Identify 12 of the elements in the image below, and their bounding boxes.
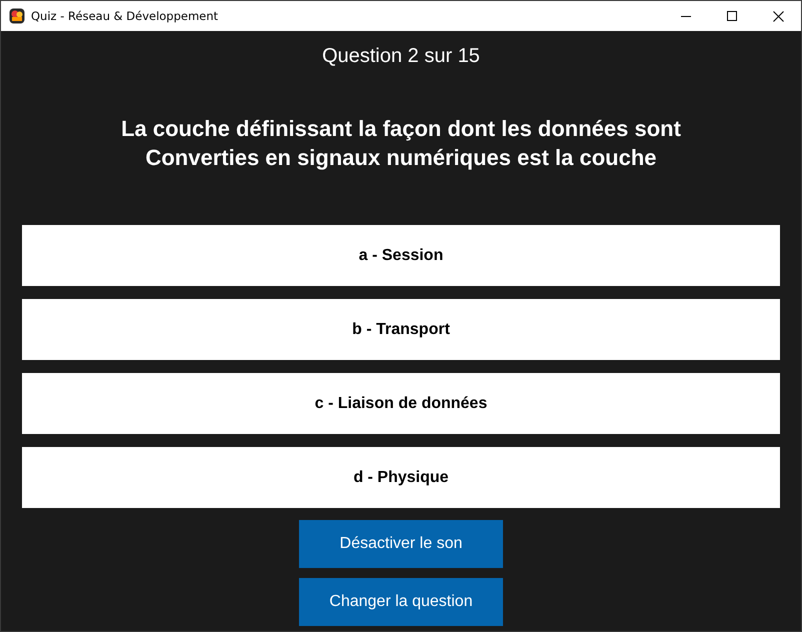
answer-button[interactable]: d - Physique — [22, 447, 780, 508]
app-icon — [9, 8, 25, 24]
maximize-icon — [727, 11, 737, 21]
answer-button[interactable]: c - Liaison de données — [22, 373, 780, 434]
action-button[interactable]: Changer la question — [299, 578, 503, 626]
question-counter: Question 2 sur 15 — [322, 44, 480, 68]
window-title: Quiz - Réseau & Développement — [31, 9, 218, 23]
answer-button[interactable]: a - Session — [22, 225, 780, 286]
answer-button[interactable]: b - Transport — [22, 299, 780, 360]
question-text: La couche définissant la façon dont les données sont Converties en signaux numériques est la couche — [120, 115, 682, 172]
close-icon — [772, 10, 784, 22]
action-button[interactable]: Désactiver le son — [299, 520, 503, 568]
